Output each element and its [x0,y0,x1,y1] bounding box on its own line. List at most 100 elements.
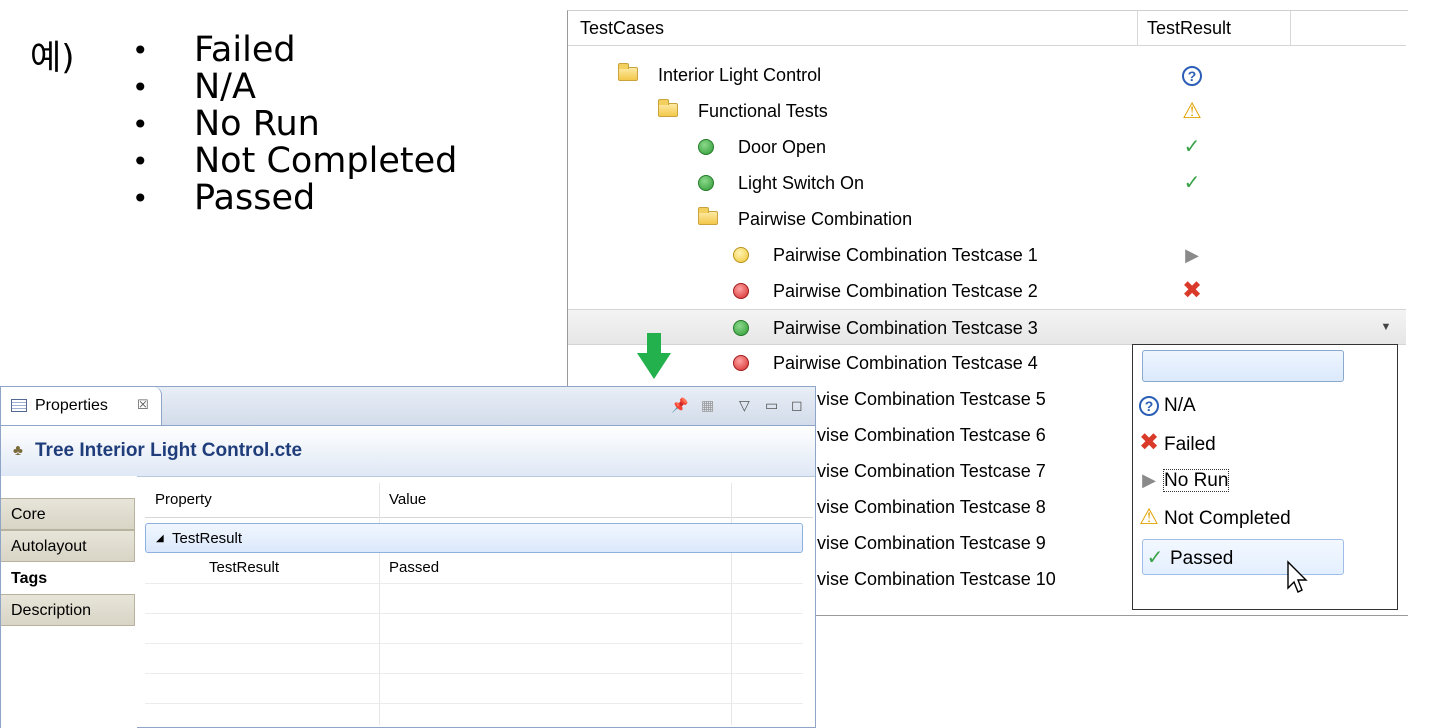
status-bullet-list: Failed N/A No Run Not Completed Passed [132,32,457,218]
tree-row-pairwise-combination[interactable]: Pairwise Combination [568,201,1406,237]
bullet-item: N/A [132,69,457,107]
dropdown-option-label: N/A [1164,395,1196,416]
example-prefix: 예) [30,38,75,78]
check-icon: ✓ [1146,547,1164,569]
yellow-dot-icon [733,247,749,263]
properties-icon [11,399,27,412]
filter-icon[interactable]: ▦ [701,387,714,425]
dropdown-option-not-completed[interactable]: ⚠ Not Completed [1137,499,1291,535]
properties-tabbar: Properties ☒ 📌 ▦ ▽ ▭ ◻ [1,387,815,426]
play-icon: ▶ [1185,245,1199,265]
play-icon: ▶ [1142,470,1156,490]
tree-row-label: vise Combination Testcase 7 [817,461,1046,481]
column-header-value[interactable]: Value [389,483,426,517]
tree-row-label: Pairwise Combination [738,209,913,229]
tab-properties[interactable]: Properties ☒ [1,387,162,425]
green-dot-icon [733,320,749,336]
tree-row-testcase-8[interactable]: vise Combination Testcase 8 [817,489,1046,525]
pin-icon[interactable]: 📌 [671,387,688,425]
dropdown-option-failed[interactable]: ✖ Failed [1137,425,1216,461]
tree-row-testcase-10[interactable]: vise Combination Testcase 10 [817,561,1056,597]
maximize-icon[interactable]: ◻ [791,387,803,425]
tree-row-testcase-7[interactable]: vise Combination Testcase 7 [817,453,1046,489]
side-tab-core[interactable]: Core [1,498,135,530]
table-row-group-testresult[interactable]: ◢ TestResult [145,523,803,553]
warning-icon: ⚠ [1182,98,1202,123]
property-table: Property Value ◢ TestResult TestResult P… [145,483,813,725]
testresult-dropdown-list: ? N/A ✖ Failed ▶ No Run ⚠ Not Completed ✓ Pas… [1132,344,1398,610]
failed-x-icon: ✖ [1138,429,1160,456]
tab-label: Properties [35,397,108,414]
tree-row-functional-tests[interactable]: Functional Tests ⚠ [568,93,1406,129]
property-name: TestResult [209,559,280,576]
column-header-property[interactable]: Property [155,483,212,517]
table-row [145,673,803,704]
column-header-testresult[interactable]: TestResult [1147,11,1231,45]
table-row [145,613,803,644]
dropdown-option-label: Passed [1170,548,1234,569]
red-dot-icon [733,355,749,371]
side-tab-autolayout[interactable]: Autolayout [1,530,135,562]
table-row [145,643,803,674]
dropdown-option-no-run[interactable]: ▶ No Run [1137,462,1230,498]
folder-icon [658,99,678,117]
property-table-header: Property Value [145,483,813,518]
tree-row-label: vise Combination Testcase 5 [817,389,1046,409]
bullet-item: Not Completed [132,143,457,181]
expand-toggle-icon[interactable]: ◢ [156,524,164,554]
tree-row-label: Pairwise Combination Testcase 3 [773,318,1038,338]
properties-title-bar: ♣ Tree Interior Light Control.cte [1,426,815,477]
tree-row-testcase-3[interactable]: Pairwise Combination Testcase 3 ▼ [568,309,1406,345]
side-tab-description[interactable]: Description [1,594,135,626]
dropdown-option-label: Not Completed [1164,508,1291,529]
properties-title: Tree Interior Light Control.cte [35,440,303,461]
folder-icon [698,207,718,225]
tree-row-testcase-9[interactable]: vise Combination Testcase 9 [817,525,1046,561]
dropdown-arrow-icon[interactable]: ▼ [1371,312,1401,342]
properties-side-tabs: Core Autolayout Tags Description [1,476,137,728]
check-icon: ✓ [1183,172,1201,194]
folder-icon [618,63,638,81]
tree-row-label: Functional Tests [698,101,828,121]
green-down-arrow-icon [637,333,671,379]
dropdown-option-label: No Run [1162,469,1230,492]
side-tab-tags[interactable]: Tags [1,562,135,594]
tree-row-label: vise Combination Testcase 8 [817,497,1046,517]
tree-row-label: Interior Light Control [658,65,822,85]
mouse-cursor-icon [1287,560,1308,593]
tree-row-testcase-2[interactable]: Pairwise Combination Testcase 2 ✖ [568,273,1406,309]
tree-row-testcase-6[interactable]: vise Combination Testcase 6 [817,417,1046,453]
green-dot-icon [698,139,714,155]
close-icon[interactable]: ☒ [137,387,149,423]
tree-row-label: Pairwise Combination Testcase 1 [773,245,1038,265]
group-label: TestResult [172,530,243,547]
dropdown-filter-input[interactable] [1142,350,1344,382]
column-divider[interactable] [1137,11,1138,45]
tree-row-label: vise Combination Testcase 9 [817,533,1046,553]
dropdown-option-passed[interactable]: ✓ Passed [1142,539,1344,575]
bullet-item: No Run [132,106,457,144]
minimize-icon[interactable]: ▭ [765,387,778,425]
column-divider[interactable] [1290,11,1291,45]
bullet-item: Failed [132,32,457,70]
table-row [145,583,803,614]
tree-row-testcase-1[interactable]: Pairwise Combination Testcase 1 ▶ [568,237,1406,273]
tree-icon: ♣ [13,442,23,459]
tree-row-testcase-5[interactable]: vise Combination Testcase 5 [817,381,1046,417]
failed-x-icon: ✖ [1181,277,1203,304]
check-icon: ✓ [1183,136,1201,158]
column-header-testcases[interactable]: TestCases [580,11,664,45]
warning-icon: ⚠ [1139,504,1159,529]
tree-row-interior-light-control[interactable]: Interior Light Control ? [568,57,1406,93]
table-row[interactable]: TestResult Passed [145,553,803,584]
tree-row-door-open[interactable]: Door Open ✓ [568,129,1406,165]
tree-row-label: Pairwise Combination Testcase 2 [773,281,1038,301]
dropdown-option-label: Failed [1164,434,1216,455]
green-dot-icon [698,175,714,191]
tree-row-label: vise Combination Testcase 10 [817,569,1056,589]
view-menu-icon[interactable]: ▽ [739,387,750,425]
n/a-icon: ? [1182,66,1202,87]
tree-row-light-switch-on[interactable]: Light Switch On ✓ [568,165,1406,201]
property-value[interactable]: Passed [389,553,439,583]
dropdown-option-na[interactable]: ? N/A [1137,388,1196,424]
